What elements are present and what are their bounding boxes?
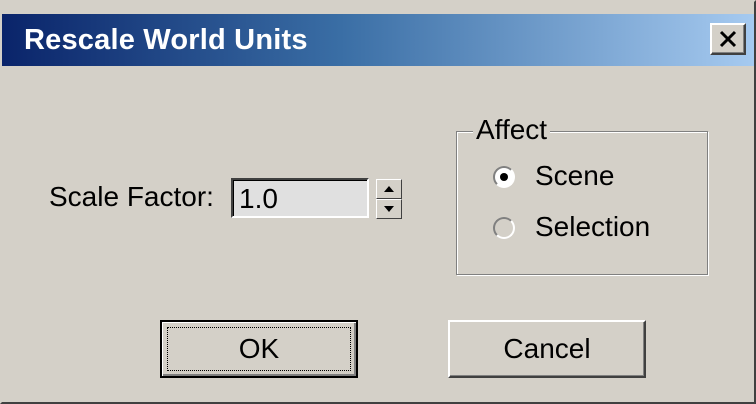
close-button[interactable]	[710, 23, 746, 55]
radio-scene-label[interactable]: Scene	[535, 160, 614, 192]
affect-group-label: Affect	[473, 115, 551, 145]
radio-scene[interactable]	[493, 166, 515, 188]
arrow-up-icon	[384, 186, 394, 192]
radio-selected-dot	[500, 173, 508, 181]
arrow-down-icon	[384, 206, 394, 212]
spinner-down-button[interactable]	[376, 199, 402, 219]
ok-button[interactable]: OK	[160, 320, 358, 378]
title-bar[interactable]: Rescale World Units	[2, 14, 754, 66]
close-icon	[719, 30, 737, 48]
dialog-title: Rescale World Units	[24, 24, 308, 56]
scale-factor-spinner[interactable]	[376, 179, 402, 219]
spinner-up-button[interactable]	[376, 179, 402, 199]
focus-rectangle	[167, 327, 351, 371]
scale-factor-label: Scale Factor:	[49, 181, 214, 212]
rescale-dialog: Rescale World Units Scale Factor: Affect…	[0, 0, 756, 404]
radio-selection-label[interactable]: Selection	[535, 211, 650, 243]
cancel-button[interactable]: Cancel	[448, 320, 646, 378]
cancel-button-label: Cancel	[503, 333, 591, 364]
affect-group: Affect Scene Selection	[456, 115, 708, 275]
scale-factor-input[interactable]	[231, 178, 369, 218]
radio-selection[interactable]	[493, 217, 515, 239]
